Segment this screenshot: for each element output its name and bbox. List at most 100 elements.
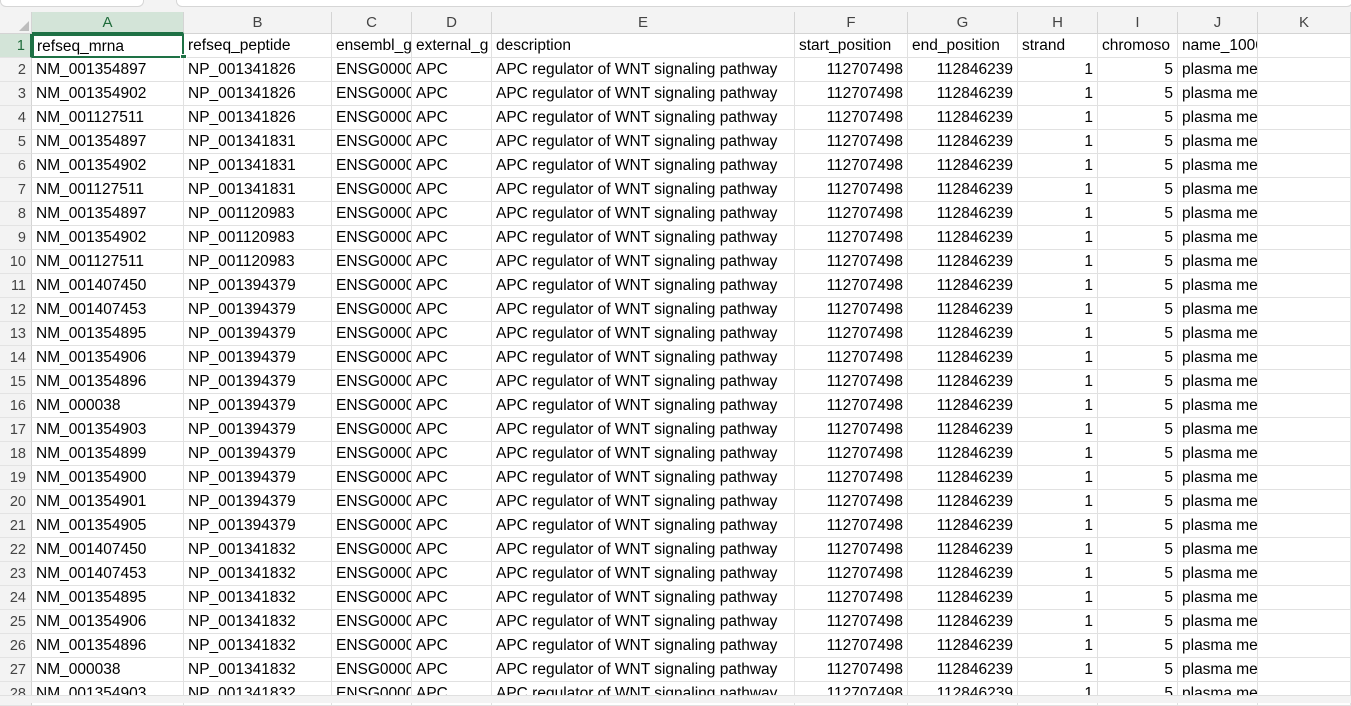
cell-j22[interactable]: plasma membrane	[1178, 538, 1258, 562]
cell-k12[interactable]	[1258, 298, 1351, 322]
cell-f24[interactable]: 112707498	[795, 586, 908, 610]
cell-g20[interactable]: 112846239	[908, 490, 1018, 514]
cell-k15[interactable]	[1258, 370, 1351, 394]
cell-d19[interactable]: APC	[412, 466, 492, 490]
cell-k4[interactable]	[1258, 106, 1351, 130]
cell-d5[interactable]: APC	[412, 130, 492, 154]
header-cell-e[interactable]: description	[492, 34, 795, 58]
cell-a13[interactable]: NM_001354895	[32, 322, 184, 346]
cell-k19[interactable]	[1258, 466, 1351, 490]
cell-d17[interactable]: APC	[412, 418, 492, 442]
row-header-21[interactable]: 21	[0, 514, 32, 538]
row-header-20[interactable]: 20	[0, 490, 32, 514]
cell-j17[interactable]: plasma membrane	[1178, 418, 1258, 442]
cell-d18[interactable]: APC	[412, 442, 492, 466]
cell-h10[interactable]: 1	[1018, 250, 1098, 274]
cell-h2[interactable]: 1	[1018, 58, 1098, 82]
cell-d11[interactable]: APC	[412, 274, 492, 298]
cell-d8[interactable]: APC	[412, 202, 492, 226]
row-header-26[interactable]: 26	[0, 634, 32, 658]
cell-k10[interactable]	[1258, 250, 1351, 274]
cell-c17[interactable]: ENSG0000	[332, 418, 412, 442]
header-cell-c[interactable]: ensembl_g	[332, 34, 412, 58]
cell-i23[interactable]: 5	[1098, 562, 1178, 586]
cell-b18[interactable]: NP_001394379	[184, 442, 332, 466]
cell-j16[interactable]: plasma membrane	[1178, 394, 1258, 418]
cell-d3[interactable]: APC	[412, 82, 492, 106]
column-header-f[interactable]: F	[795, 12, 908, 34]
cell-h20[interactable]: 1	[1018, 490, 1098, 514]
cell-h4[interactable]: 1	[1018, 106, 1098, 130]
cell-g8[interactable]: 112846239	[908, 202, 1018, 226]
row-header-22[interactable]: 22	[0, 538, 32, 562]
cell-c27[interactable]: ENSG0000	[332, 658, 412, 682]
cell-c6[interactable]: ENSG0000	[332, 154, 412, 178]
cell-i14[interactable]: 5	[1098, 346, 1178, 370]
cell-e22[interactable]: APC regulator of WNT signaling pathway	[492, 538, 795, 562]
cell-f23[interactable]: 112707498	[795, 562, 908, 586]
cell-i21[interactable]: 5	[1098, 514, 1178, 538]
cell-b14[interactable]: NP_001394379	[184, 346, 332, 370]
cell-d2[interactable]: APC	[412, 58, 492, 82]
cell-e17[interactable]: APC regulator of WNT signaling pathway	[492, 418, 795, 442]
cell-h8[interactable]: 1	[1018, 202, 1098, 226]
cell-d24[interactable]: APC	[412, 586, 492, 610]
cell-c16[interactable]: ENSG0000	[332, 394, 412, 418]
cell-i10[interactable]: 5	[1098, 250, 1178, 274]
cell-g19[interactable]: 112846239	[908, 466, 1018, 490]
cell-f13[interactable]: 112707498	[795, 322, 908, 346]
cell-f15[interactable]: 112707498	[795, 370, 908, 394]
cell-f9[interactable]: 112707498	[795, 226, 908, 250]
cell-a20[interactable]: NM_001354901	[32, 490, 184, 514]
cell-f11[interactable]: 112707498	[795, 274, 908, 298]
cell-f3[interactable]: 112707498	[795, 82, 908, 106]
cell-k9[interactable]	[1258, 226, 1351, 250]
column-header-k[interactable]: K	[1258, 12, 1351, 34]
cell-f7[interactable]: 112707498	[795, 178, 908, 202]
cell-k22[interactable]	[1258, 538, 1351, 562]
cell-j18[interactable]: plasma membrane	[1178, 442, 1258, 466]
cell-j24[interactable]: plasma membrane	[1178, 586, 1258, 610]
cell-b22[interactable]: NP_001341832	[184, 538, 332, 562]
row-header-23[interactable]: 23	[0, 562, 32, 586]
cell-i17[interactable]: 5	[1098, 418, 1178, 442]
row-header-8[interactable]: 8	[0, 202, 32, 226]
column-header-g[interactable]: G	[908, 12, 1018, 34]
column-header-j[interactable]: J	[1178, 12, 1258, 34]
row-header-15[interactable]: 15	[0, 370, 32, 394]
cell-i20[interactable]: 5	[1098, 490, 1178, 514]
cell-a10[interactable]: NM_001127511	[32, 250, 184, 274]
cell-i13[interactable]: 5	[1098, 322, 1178, 346]
cell-b5[interactable]: NP_001341831	[184, 130, 332, 154]
header-cell-i[interactable]: chromoso	[1098, 34, 1178, 58]
cell-j21[interactable]: plasma membrane	[1178, 514, 1258, 538]
cell-h9[interactable]: 1	[1018, 226, 1098, 250]
cell-d12[interactable]: APC	[412, 298, 492, 322]
cell-h18[interactable]: 1	[1018, 442, 1098, 466]
cell-d25[interactable]: APC	[412, 610, 492, 634]
cell-h23[interactable]: 1	[1018, 562, 1098, 586]
cell-b25[interactable]: NP_001341832	[184, 610, 332, 634]
cell-h14[interactable]: 1	[1018, 346, 1098, 370]
cell-k27[interactable]	[1258, 658, 1351, 682]
cell-f19[interactable]: 112707498	[795, 466, 908, 490]
cell-h7[interactable]: 1	[1018, 178, 1098, 202]
cell-j15[interactable]: plasma membrane	[1178, 370, 1258, 394]
cell-b7[interactable]: NP_001341831	[184, 178, 332, 202]
cell-g4[interactable]: 112846239	[908, 106, 1018, 130]
row-header-1[interactable]: 1	[0, 34, 32, 58]
cell-d23[interactable]: APC	[412, 562, 492, 586]
cell-d4[interactable]: APC	[412, 106, 492, 130]
cell-c2[interactable]: ENSG0000	[332, 58, 412, 82]
cell-j2[interactable]: plasma membrane	[1178, 58, 1258, 82]
cell-f27[interactable]: 112707498	[795, 658, 908, 682]
cell-k13[interactable]	[1258, 322, 1351, 346]
cell-d13[interactable]: APC	[412, 322, 492, 346]
cell-d26[interactable]: APC	[412, 634, 492, 658]
cell-c23[interactable]: ENSG0000	[332, 562, 412, 586]
cell-g26[interactable]: 112846239	[908, 634, 1018, 658]
cell-i8[interactable]: 5	[1098, 202, 1178, 226]
cell-c26[interactable]: ENSG0000	[332, 634, 412, 658]
cell-e18[interactable]: APC regulator of WNT signaling pathway	[492, 442, 795, 466]
cell-k18[interactable]	[1258, 442, 1351, 466]
